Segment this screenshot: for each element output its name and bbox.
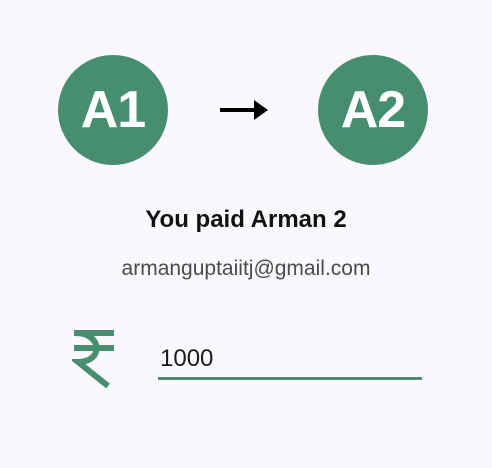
sender-initials: A1 xyxy=(80,81,146,139)
sender-avatar: A1 xyxy=(58,55,168,165)
arrow-right-icon xyxy=(220,100,268,120)
amount-field[interactable] xyxy=(158,340,422,384)
payment-title: You paid Arman 2 xyxy=(145,206,347,233)
recipient-avatar: A2 xyxy=(318,55,428,165)
recipient-initials: A2 xyxy=(340,81,406,139)
recipient-email: armanguptaiitj@gmail.com xyxy=(121,257,371,280)
rupee-icon xyxy=(72,330,114,388)
amount-input[interactable] xyxy=(158,340,422,380)
